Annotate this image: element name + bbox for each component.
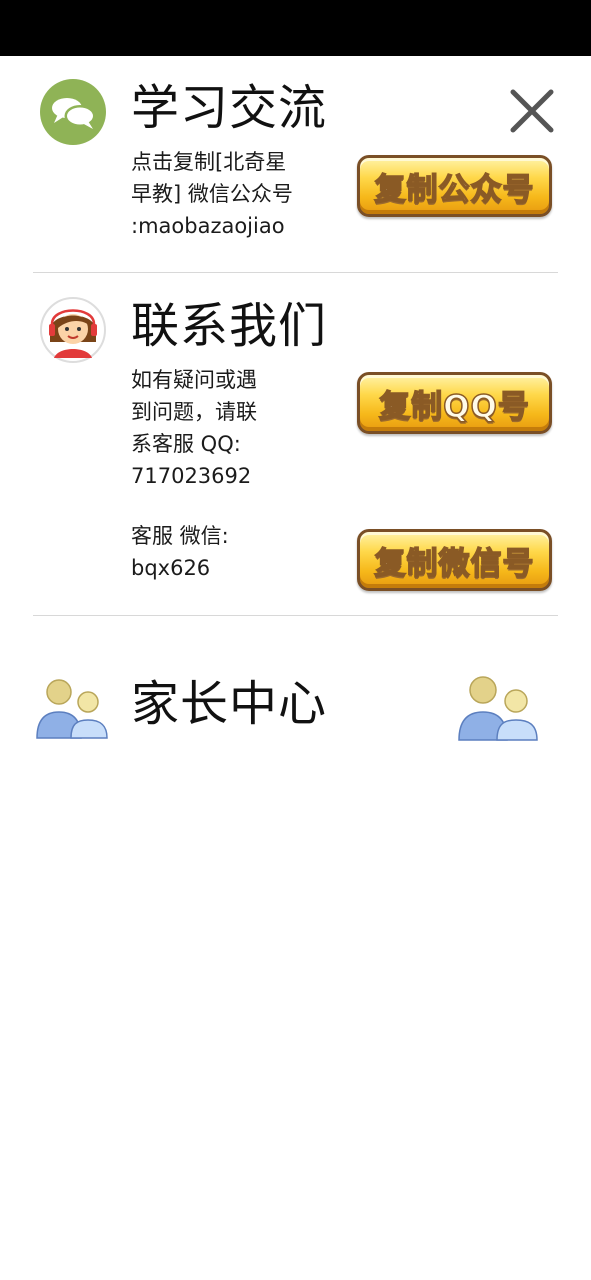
study-section: 学习交流 点击复制[北奇星 早教] 微信公众号 :maobazaojiao 复制… (0, 56, 591, 274)
customer-service-icon (40, 294, 106, 366)
copy-qq-button[interactable]: 复制QQ号 (357, 372, 552, 434)
contact-title: 联系我们 (131, 298, 328, 354)
divider (33, 272, 558, 273)
parents-icon (457, 672, 539, 742)
copy-wechat-label: 复制微信号 (374, 545, 535, 583)
parent-center-section[interactable]: 家长中心 (0, 656, 591, 756)
contact-section: 联系我们 如有疑问或遇 到问题，请联 系客服 QQ: 717023692 复制Q… (0, 274, 591, 614)
chat-bubbles-icon (40, 79, 106, 145)
divider (33, 615, 558, 616)
copy-qq-label: 复制QQ号 (378, 388, 530, 426)
parents-icon (35, 676, 109, 740)
parent-center-title: 家长中心 (131, 676, 328, 732)
study-description: 点击复制[北奇星 早教] 微信公众号 :maobazaojiao (131, 150, 293, 238)
study-title: 学习交流 (131, 80, 328, 136)
qq-description: 如有疑问或遇 到问题，请联 系客服 QQ: 717023692 (131, 368, 257, 488)
copy-official-account-label: 复制公众号 (374, 171, 535, 209)
copy-official-account-button[interactable]: 复制公众号 (357, 155, 552, 217)
status-bar (0, 0, 591, 56)
copy-wechat-button[interactable]: 复制微信号 (357, 529, 552, 591)
contact-panel: 学习交流 点击复制[北奇星 早教] 微信公众号 :maobazaojiao 复制… (0, 56, 591, 1280)
wechat-description: 客服 微信: bqx626 (131, 524, 229, 580)
